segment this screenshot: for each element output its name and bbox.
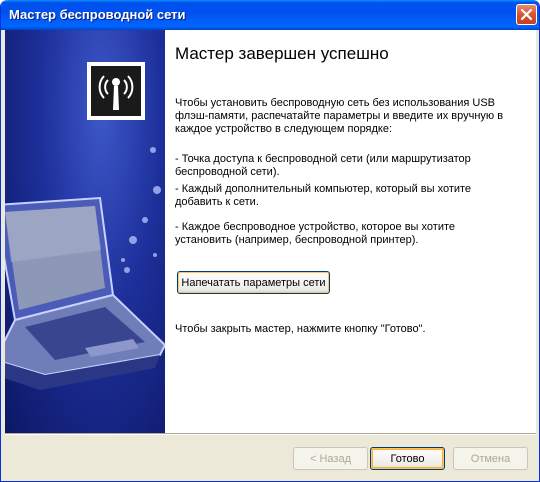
page-title: Мастер завершен успешно — [175, 44, 389, 63]
finish-button[interactable]: Готово — [370, 447, 445, 470]
close-icon — [520, 8, 533, 21]
close-hint-text: Чтобы закрыть мастер, нажмите кнопку "Го… — [175, 323, 426, 335]
step-computers: - Каждый дополнительный компьютер, котор… — [175, 183, 472, 208]
back-button[interactable]: < Назад — [293, 447, 368, 470]
wireless-antenna-icon — [87, 62, 145, 120]
cancel-button[interactable]: Отмена — [453, 447, 528, 470]
close-button[interactable] — [516, 4, 537, 25]
button-separator — [5, 433, 536, 435]
print-settings-button[interactable]: Напечатать параметры сети — [177, 271, 330, 294]
wizard-side-panel — [5, 30, 165, 433]
wizard-content: Мастер завершен успешно Чтобы установить… — [165, 30, 536, 433]
laptop-illustration — [5, 196, 165, 390]
step-devices: - Каждое беспроводное устройство, которо… — [175, 221, 455, 246]
step-access-point: - Точка доступа к беспроводной сети (или… — [175, 153, 471, 178]
wizard-window: Мастер беспроводной сети Мастер завершен… — [0, 0, 540, 482]
title-bar[interactable]: Мастер беспроводной сети — [1, 0, 539, 30]
intro-text: Чтобы установить беспроводную сеть без и… — [175, 97, 504, 135]
window-title: Мастер беспроводной сети — [9, 7, 186, 22]
